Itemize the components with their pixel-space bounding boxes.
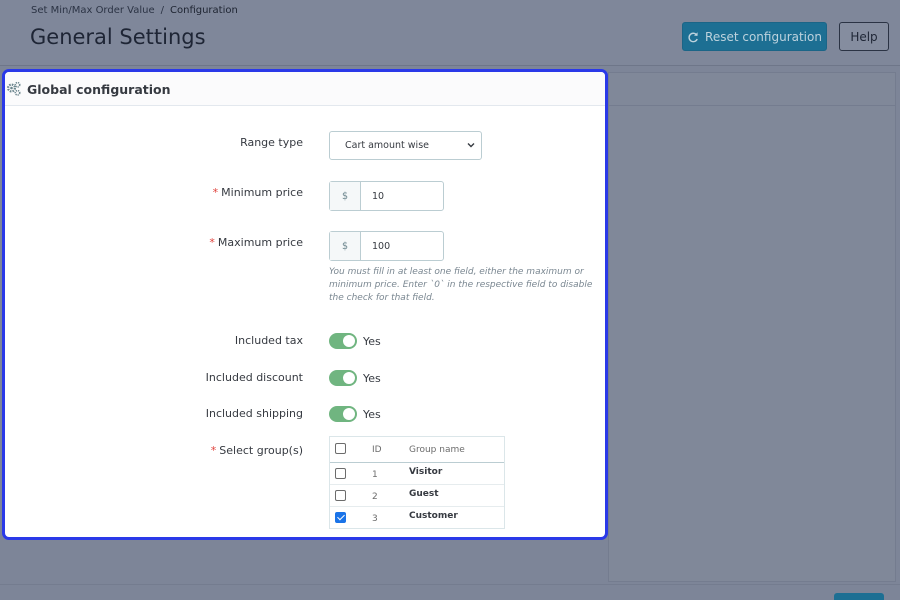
minimum-price-input[interactable]: 10 (361, 182, 443, 210)
groups-table: ID Group name 1 Visitor 2 Guest 3 Custom… (329, 436, 505, 529)
chevron-down-icon (467, 143, 475, 148)
help-button[interactable]: Help (839, 22, 889, 51)
group-checkbox-visitor[interactable] (335, 468, 346, 479)
breadcrumb-separator: / (160, 5, 164, 16)
select-groups-label-text: Select group(s) (219, 444, 303, 457)
maximum-price-label-text: Maximum price (217, 236, 303, 249)
footer-save-button[interactable] (834, 593, 884, 600)
minimum-price-label-text: Minimum price (221, 186, 303, 199)
page-header: Set Min/Max Order Value / Configuration Ge… (0, 0, 900, 66)
card-header: Global configuration (5, 72, 605, 106)
page-title: General Settings (30, 25, 206, 49)
global-configuration-card: Global configuration Range type Cart amo… (2, 69, 608, 540)
price-help-text: You must fill in at least one field, eit… (329, 267, 593, 303)
group-id: 3 (372, 514, 378, 524)
breadcrumb-parent-link[interactable]: Set Min/Max Order Value (31, 5, 155, 16)
breadcrumb: Set Min/Max Order Value / Configuration (31, 5, 238, 16)
included-shipping-label: Included shipping (205, 407, 303, 420)
range-type-select[interactable]: Cart amount wise (329, 131, 482, 160)
included-tax-toggle[interactable] (329, 333, 357, 349)
breadcrumb-current: Configuration (170, 5, 238, 16)
reset-configuration-button[interactable]: Reset configuration (682, 22, 827, 51)
table-row: 2 Guest (330, 485, 504, 507)
gears-icon (6, 81, 21, 96)
groups-table-header: ID Group name (330, 437, 504, 463)
included-shipping-toggle[interactable] (329, 406, 357, 422)
included-discount-toggle[interactable] (329, 370, 357, 386)
column-header-id: ID (372, 445, 382, 455)
group-name: Customer (409, 511, 458, 521)
required-asterisk: * (212, 186, 219, 199)
group-checkbox-guest[interactable] (335, 490, 346, 501)
background-panel-header (609, 73, 895, 106)
table-row: 1 Visitor (330, 463, 504, 485)
toggle-knob (343, 408, 355, 420)
group-id: 2 (372, 492, 378, 502)
card-title: Global configuration (27, 82, 171, 97)
group-name: Visitor (409, 467, 443, 477)
group-id: 1 (372, 470, 378, 480)
required-asterisk: * (210, 444, 217, 457)
toggle-knob (343, 335, 355, 347)
minimum-price-label: * Minimum price (213, 186, 303, 199)
included-shipping-state: Yes (363, 408, 381, 421)
select-groups-label: * Select group(s) (211, 444, 303, 457)
currency-addon: $ (330, 182, 361, 210)
group-checkbox-customer[interactable] (335, 512, 346, 523)
footer-divider (0, 584, 900, 585)
background-panel (608, 72, 896, 582)
column-header-group-name: Group name (409, 445, 465, 455)
select-all-checkbox[interactable] (335, 443, 346, 454)
maximum-price-input[interactable]: 100 (361, 232, 443, 260)
maximum-price-label: * Maximum price (209, 236, 303, 249)
currency-addon: $ (330, 232, 361, 260)
reset-configuration-label: Reset configuration (705, 29, 822, 44)
range-type-label: Range type (240, 136, 303, 149)
maximum-price-input-group: $ 100 (329, 231, 444, 261)
table-row: 3 Customer (330, 507, 504, 529)
included-tax-label: Included tax (234, 334, 303, 347)
included-tax-state: Yes (363, 335, 381, 348)
group-name: Guest (409, 489, 439, 499)
toggle-knob (343, 372, 355, 384)
required-asterisk: * (209, 236, 215, 249)
included-discount-state: Yes (363, 372, 381, 385)
included-discount-label: Included discount (205, 371, 303, 384)
refresh-icon (688, 31, 698, 42)
minimum-price-input-group: $ 10 (329, 181, 444, 211)
range-type-value: Cart amount wise (345, 140, 429, 151)
